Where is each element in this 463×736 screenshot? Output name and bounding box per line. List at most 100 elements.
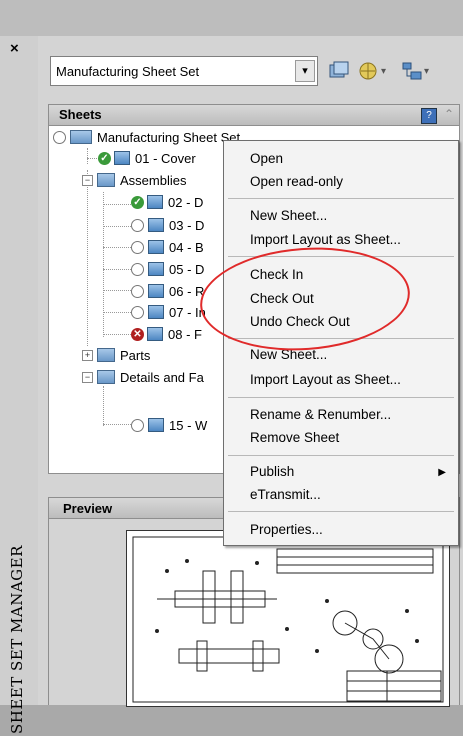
tree-line (103, 386, 104, 426)
checked-in-icon: ✓ (98, 151, 111, 165)
tree-item-label: Parts (120, 347, 151, 363)
sheet-icon (147, 327, 163, 341)
menu-separator (228, 455, 454, 456)
sheet-preview-image (126, 530, 450, 707)
tree-item-sheet[interactable]: ✕ 08 - F (131, 323, 202, 345)
submenu-arrow-icon: ▶ (438, 467, 446, 478)
panel-help-icon[interactable]: ? (421, 108, 437, 124)
tree-root-label: Manufacturing Sheet Set (97, 129, 241, 145)
menu-separator (228, 511, 454, 512)
tree-item-label: 08 - F (168, 326, 202, 342)
sheet-icon (114, 151, 130, 165)
model-view-button[interactable]: ▾ (357, 58, 386, 84)
tree-line (103, 226, 131, 227)
tree-item-label: Assemblies (120, 172, 187, 188)
menu-item-new-sheet[interactable]: New Sheet... (250, 208, 327, 223)
sheet-icon (148, 262, 164, 276)
sheet-set-icon (70, 130, 92, 144)
folder-icon (97, 348, 115, 362)
sheet-set-icon (329, 61, 349, 78)
tree-item-sheet[interactable]: 15 - W (131, 414, 207, 436)
menu-item-remove-sheet[interactable]: Remove Sheet (250, 430, 339, 445)
tree-line (103, 334, 133, 335)
tree-item-sheet[interactable]: 03 - D (131, 214, 204, 236)
sheet-icon (148, 418, 164, 432)
tree-line (87, 148, 88, 164)
tree-item-label: 02 - D (168, 194, 204, 210)
status-radio-icon (131, 262, 144, 276)
tree-line (103, 192, 104, 337)
tree-item-label: 06 - R (169, 283, 205, 299)
globe-icon (359, 62, 377, 80)
expand-icon[interactable]: + (82, 349, 93, 361)
collapse-icon[interactable]: − (82, 174, 93, 186)
tree-item-sheet[interactable]: ✓ 01 - Cover (98, 147, 196, 169)
tree-item-sheet[interactable]: ✓ 02 - D (131, 191, 203, 213)
sheet-icon (148, 240, 164, 254)
tree-item-label: 01 - Cover (135, 150, 196, 166)
dropdown-arrow-icon[interactable]: ▾ (381, 66, 386, 77)
tree-item-sheet[interactable]: 06 - R (131, 280, 204, 302)
dropdown-arrow-icon[interactable]: ▾ (424, 66, 429, 77)
tree-line (103, 204, 133, 205)
sheet-set-dropdown-value: Manufacturing Sheet Set (56, 64, 200, 79)
tree-item-label: 15 - W (169, 417, 208, 433)
menu-item-etransmit[interactable]: eTransmit... (250, 487, 321, 502)
folder-icon (97, 173, 115, 187)
sheet-set-dropdown[interactable]: Manufacturing Sheet Set ▾ (50, 56, 318, 86)
tree-line (103, 290, 131, 291)
menu-item-import-layout[interactable]: Import Layout as Sheet... (250, 232, 401, 247)
tree-line (103, 247, 131, 248)
tree-view-icon (402, 62, 422, 80)
collapse-icon[interactable]: ⌃ (444, 107, 454, 121)
sheet-icon (148, 284, 164, 298)
menu-item-properties[interactable]: Properties... (250, 522, 323, 537)
menu-item-import-layout-2[interactable]: Import Layout as Sheet... (250, 372, 401, 387)
menu-separator (228, 198, 454, 199)
status-radio-icon (131, 218, 144, 232)
palette-title: SHEET SET MANAGER (8, 545, 30, 736)
tree-item-label: 04 - B (169, 239, 204, 255)
palette-title-text: SHEET SET MANAGER (8, 545, 26, 734)
sheet-icon (147, 195, 163, 209)
tree-item-label: Details and Fa (120, 369, 204, 385)
collapse-icon[interactable]: − (82, 371, 93, 383)
menu-item-open[interactable]: Open (250, 151, 283, 166)
tree-item-sheet[interactable]: 07 - In (131, 301, 206, 323)
folder-icon (97, 370, 115, 384)
sheet-icon (148, 218, 164, 232)
sheets-panel-header: Sheets ? ⌃ (48, 104, 460, 126)
title-bar (0, 0, 463, 36)
tree-item-sheet[interactable]: 05 - D (131, 258, 204, 280)
tree-folder-assemblies[interactable]: − Assemblies (82, 169, 186, 191)
tree-item-sheet[interactable]: 04 - B (131, 236, 204, 258)
tree-line (87, 170, 88, 346)
tree-folder-parts[interactable]: + Parts (82, 344, 150, 366)
tree-item-label: 03 - D (169, 217, 205, 233)
preview-panel-title: Preview (63, 501, 113, 516)
drawing-thumbnail (132, 536, 444, 703)
checked-in-icon: ✓ (131, 195, 144, 209)
sheets-panel-title: Sheets (59, 107, 102, 122)
close-icon[interactable]: × (10, 40, 19, 57)
error-icon: ✕ (131, 327, 144, 341)
status-radio-icon (131, 240, 144, 254)
tree-item-label: 05 - D (169, 261, 205, 277)
tree-line (103, 269, 131, 270)
status-radio-icon (53, 130, 66, 144)
menu-item-publish[interactable]: Publish (250, 464, 294, 479)
palette-side-strip[interactable]: × SHEET SET MANAGER (0, 36, 39, 734)
status-radio-icon (131, 284, 144, 298)
views-button[interactable]: ▾ (400, 58, 429, 84)
tree-line (103, 424, 131, 425)
menu-item-open-read-only[interactable]: Open read-only (250, 174, 343, 189)
menu-item-rename-renumber[interactable]: Rename & Renumber... (250, 407, 391, 422)
chevron-down-icon[interactable]: ▾ (295, 60, 315, 82)
sheet-set-icon-button[interactable] (327, 58, 351, 84)
tree-folder-details[interactable]: − Details and Fa (82, 366, 204, 388)
sheet-icon (148, 305, 164, 319)
status-radio-icon (131, 305, 144, 319)
menu-separator (228, 397, 454, 398)
tree-root[interactable]: Manufacturing Sheet Set (53, 126, 240, 148)
status-radio-icon (131, 418, 144, 432)
